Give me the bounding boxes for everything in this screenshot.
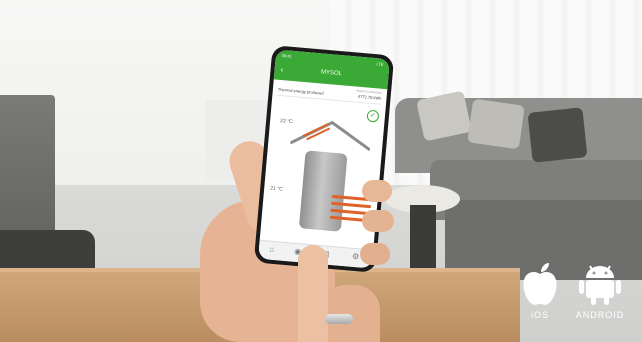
app-title: MYSOL	[320, 69, 343, 78]
side-table-leg	[410, 205, 436, 270]
app-header: 09:41 LTE ‹ MYSOL	[273, 49, 390, 90]
android-robot-icon	[579, 265, 621, 305]
home-icon[interactable]: ⌂	[266, 244, 277, 255]
hand-finger	[362, 210, 394, 232]
android-label: ANDROID	[575, 310, 625, 320]
hand-finger	[362, 180, 392, 202]
water-tank	[298, 150, 372, 232]
photo-scene: 09:41 LTE ‹ MYSOL Internet connection Th…	[0, 0, 642, 342]
status-time: 09:41	[281, 52, 293, 59]
energy-label: Thermal energy produced	[277, 86, 324, 96]
phone-screen: 09:41 LTE ‹ MYSOL Internet connection Th…	[258, 49, 390, 269]
pillow	[527, 107, 588, 163]
ring	[325, 314, 353, 324]
temperature-bottom: 21 °C	[269, 185, 284, 193]
pillow	[467, 98, 525, 150]
status-network: LTE	[376, 61, 384, 67]
index-finger	[298, 245, 328, 342]
heating-coil	[331, 201, 372, 209]
hand-finger	[360, 243, 390, 265]
android-badge: ANDROID	[565, 262, 635, 320]
ios-badge: iOS	[520, 262, 560, 320]
ios-label: iOS	[530, 310, 549, 320]
energy-value: 4772.78 kWh	[357, 93, 382, 101]
smartphone: 09:41 LTE ‹ MYSOL Internet connection Th…	[253, 45, 395, 273]
apple-icon	[523, 263, 557, 305]
temperature-top: 22 °C	[279, 118, 293, 126]
check-icon: ✓	[366, 109, 380, 123]
